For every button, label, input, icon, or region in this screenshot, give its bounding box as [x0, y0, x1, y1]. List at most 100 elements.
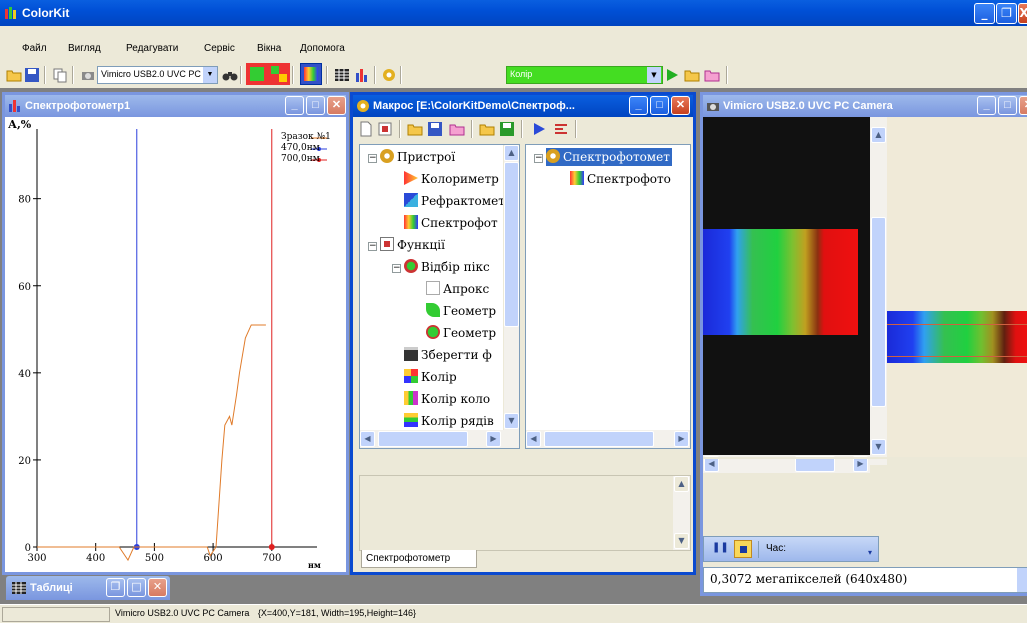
save-icon[interactable]: [24, 67, 40, 83]
open-folder-icon[interactable]: [449, 121, 465, 137]
maximize-button[interactable]: □: [650, 96, 669, 115]
preview-vertical-scrollbar[interactable]: ▲ ▼: [870, 117, 887, 465]
restore-button[interactable]: ❐: [106, 578, 125, 597]
tree-horizontal-scrollbar[interactable]: ◀ ▶: [360, 430, 519, 448]
tree-item-colorimeter[interactable]: Колориметр: [404, 170, 499, 188]
camera-window[interactable]: Vimicro USB2.0 UVC PC Camera _ □ ✕ ▲ ▼ ◀…: [700, 92, 1027, 596]
copy-icon[interactable]: [52, 67, 68, 83]
close-button[interactable]: ✕: [671, 96, 690, 115]
scroll-up-icon[interactable]: ▲: [871, 127, 886, 143]
save-green-icon[interactable]: [499, 121, 515, 137]
chevron-down-icon[interactable]: ▼: [647, 67, 661, 83]
tree-item-geometry-1[interactable]: Геометр: [426, 302, 496, 320]
close-button[interactable]: ✕: [1019, 96, 1027, 115]
tree-item-refractometer[interactable]: Рефрактомет: [404, 192, 505, 210]
properties-icon[interactable]: [377, 121, 393, 137]
maximize-button[interactable]: □: [998, 96, 1017, 115]
scroll-down-icon[interactable]: ▼: [504, 413, 519, 429]
scroll-right-icon[interactable]: ▶: [486, 431, 501, 447]
scroll-up-icon[interactable]: ▲: [504, 145, 519, 161]
table-icon[interactable]: [334, 67, 350, 83]
binoculars-icon[interactable]: [222, 67, 238, 83]
play-icon[interactable]: [531, 121, 547, 137]
open-folder-icon[interactable]: [684, 67, 700, 83]
scroll-left-icon[interactable]: ◀: [360, 431, 375, 447]
functions-tree[interactable]: − Пристрої Колориметр Рефрактомет Спектр…: [359, 144, 520, 449]
collapse-toggle[interactable]: −: [368, 154, 377, 163]
menu-edit[interactable]: Редагувати: [126, 43, 178, 54]
menu-file[interactable]: Файл: [22, 43, 47, 54]
tree-item-pixel-selection[interactable]: Відбір пікс: [404, 258, 490, 276]
chevron-down-icon[interactable]: ▼: [203, 67, 217, 83]
minimize-button[interactable]: _: [629, 96, 648, 115]
tree-item-column-color[interactable]: Колір коло: [404, 390, 490, 408]
menu-service[interactable]: Сервіс: [204, 43, 235, 54]
close-button[interactable]: ✕: [148, 578, 167, 597]
collapse-toggle[interactable]: −: [392, 264, 401, 273]
scroll-down-icon[interactable]: ▼: [674, 533, 689, 549]
main-title-bar[interactable]: ColorKit _ ❐ X: [0, 0, 1027, 26]
maximize-button[interactable]: □: [306, 96, 325, 115]
mode-select[interactable]: Колір: [506, 66, 663, 84]
minimize-button[interactable]: _: [977, 96, 996, 115]
play-icon[interactable]: [664, 67, 680, 83]
menu-windows[interactable]: Вікна: [257, 43, 281, 54]
tree-item-geometry-2[interactable]: Геометр: [426, 324, 496, 342]
close-button[interactable]: ✕: [327, 96, 346, 115]
collapse-toggle[interactable]: −: [368, 242, 377, 251]
minimize-button[interactable]: _: [285, 96, 304, 115]
tree-item-save[interactable]: Зберегти ф: [404, 346, 492, 364]
macro-icon[interactable]: [381, 67, 397, 83]
scroll-left-icon[interactable]: ◀: [526, 431, 541, 447]
step-icon[interactable]: [553, 121, 569, 137]
tree-horizontal-scrollbar[interactable]: ◀ ▶: [526, 430, 690, 448]
open-folder-icon[interactable]: [407, 121, 423, 137]
macro-output-panel[interactable]: ▲ ▼: [359, 475, 691, 551]
scroll-right-icon[interactable]: ▶: [674, 431, 689, 447]
new-file-icon[interactable]: [359, 121, 373, 137]
bar-chart-icon[interactable]: [354, 67, 370, 83]
menu-view[interactable]: Вигляд: [68, 43, 101, 54]
tab-spectrophotometer[interactable]: Спектрофотометр: [361, 550, 477, 568]
camera-icon[interactable]: [80, 67, 96, 83]
menu-help[interactable]: Допомога: [300, 43, 345, 54]
tables-window-minimized[interactable]: Таблиці ❐ □ ✕: [6, 576, 170, 600]
macro-tree-item-spectro[interactable]: Спектрофото: [570, 170, 671, 188]
tree-item-approx[interactable]: Апрокс: [426, 280, 489, 298]
minimize-button[interactable]: _: [974, 3, 995, 24]
tree-vertical-scrollbar[interactable]: ▲ ▼: [503, 145, 519, 430]
scroll-thumb[interactable]: [504, 162, 519, 327]
resolution-spinner[interactable]: [1017, 568, 1027, 592]
macro-tree[interactable]: − Спектрофотомет Спектрофото ◀ ▶: [525, 144, 691, 449]
close-button[interactable]: X: [1018, 3, 1027, 24]
open-folder-icon[interactable]: [479, 121, 495, 137]
tree-item-color[interactable]: Колір: [404, 368, 457, 386]
macro-title-bar[interactable]: Макрос [E:\ColorKitDemo\Спектроф... _ □ …: [353, 95, 693, 117]
maximize-button[interactable]: □: [127, 578, 146, 597]
open-folder-icon[interactable]: [704, 67, 720, 83]
scroll-thumb[interactable]: [871, 217, 886, 407]
macro-window[interactable]: Макрос [E:\ColorKitDemo\Спектроф... _ □ …: [350, 92, 696, 575]
scroll-up-icon[interactable]: ▲: [674, 476, 689, 492]
collapse-toggle[interactable]: −: [534, 154, 543, 163]
pause-icon[interactable]: ❚❚: [712, 542, 729, 553]
tree-item-devices[interactable]: Пристрої: [380, 148, 455, 166]
camera-title-bar[interactable]: Vimicro USB2.0 UVC PC Camera _ □ ✕: [703, 95, 1027, 117]
tree-item-row-color[interactable]: Колір рядів: [404, 412, 494, 430]
spectrophotometer-window[interactable]: Спектрофотометр1 _ □ ✕ 0 20 40 60 80 300 400 50…: [2, 92, 349, 575]
tree-item-functions[interactable]: Функції: [380, 236, 445, 254]
scroll-thumb[interactable]: [378, 431, 468, 447]
save-icon[interactable]: [427, 121, 443, 137]
camera-preview[interactable]: ▲ ▼: [703, 117, 887, 465]
scroll-thumb[interactable]: [544, 431, 654, 447]
stop-button[interactable]: [734, 540, 752, 558]
output-scrollbar[interactable]: ▲ ▼: [673, 476, 690, 550]
scroll-down-icon[interactable]: ▼: [871, 439, 886, 455]
restore-button[interactable]: ❐: [996, 3, 1017, 24]
chevron-down-icon[interactable]: ▾: [868, 548, 872, 557]
tree-item-spectrophotometer[interactable]: Спектрофот: [404, 214, 498, 232]
spectrophotometer-title-bar[interactable]: Спектрофотометр1 _ □ ✕: [5, 95, 346, 117]
open-folder-icon[interactable]: [6, 67, 22, 83]
macro-tree-item-root[interactable]: Спектрофотомет: [546, 148, 672, 166]
camera-select[interactable]: Vimicro USB2.0 UVC PC Ca ▼: [97, 66, 218, 84]
